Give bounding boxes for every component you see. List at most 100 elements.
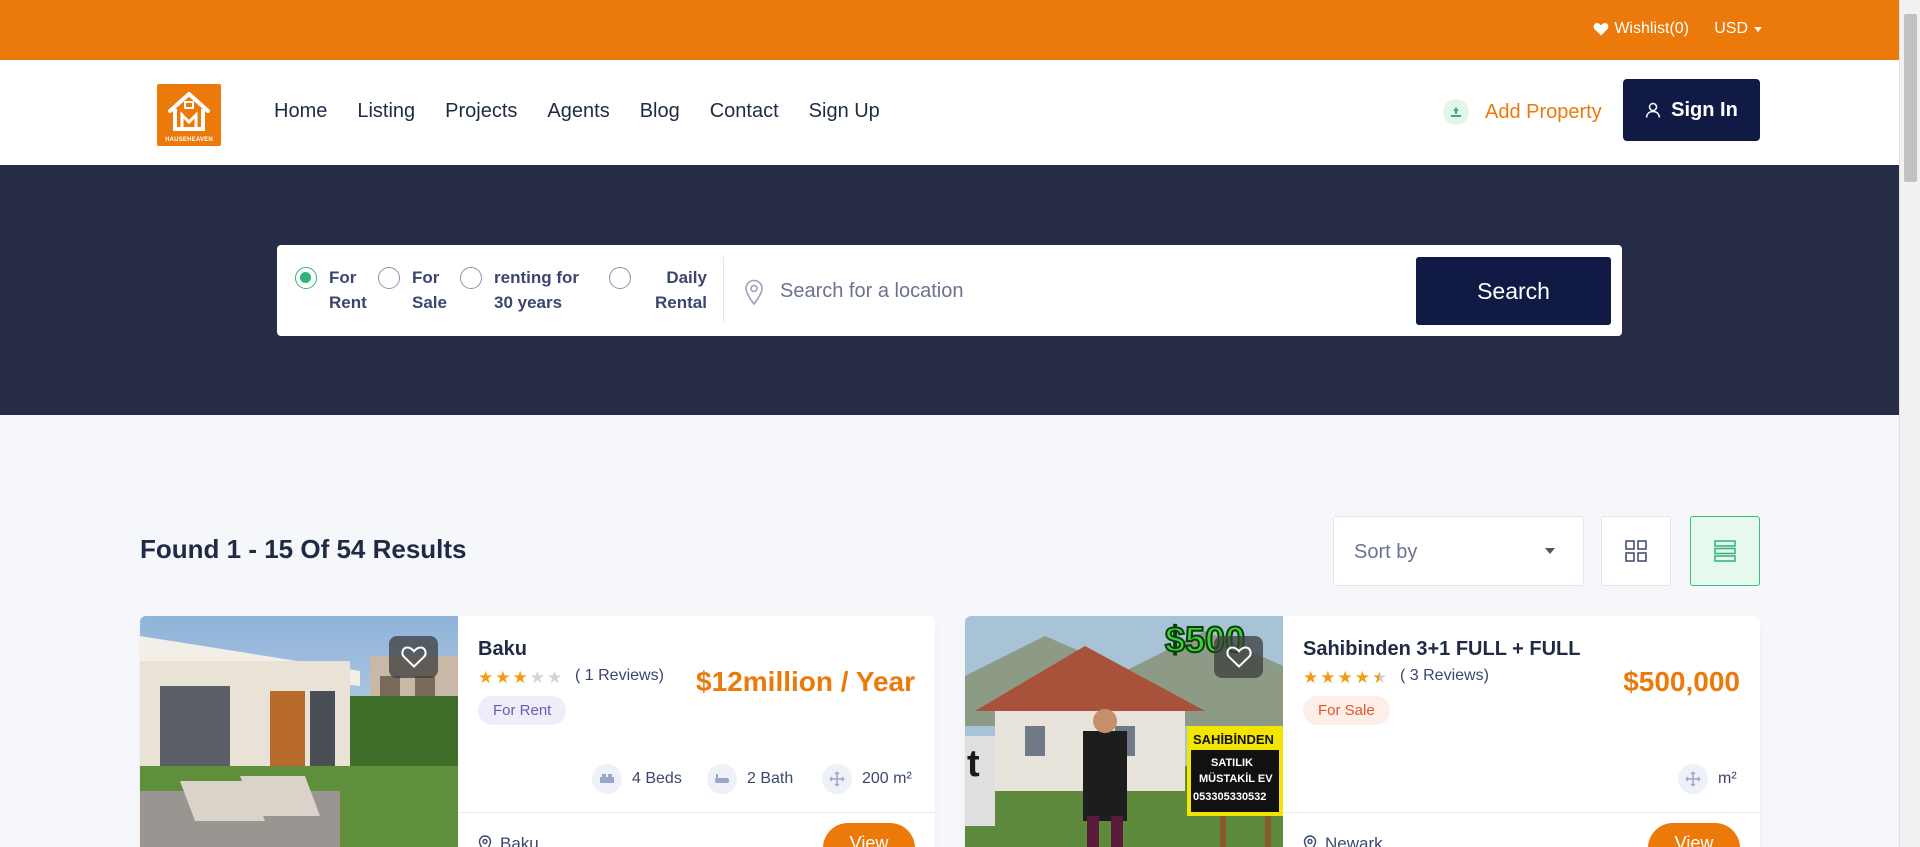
nav-sign-up[interactable]: Sign Up [809, 100, 880, 123]
grid-icon [1625, 540, 1647, 562]
area-label: m² [1718, 770, 1737, 787]
list-view-button[interactable] [1690, 516, 1760, 586]
radio-icon [378, 267, 400, 289]
radio-label-line1: For [412, 268, 440, 287]
sign-in-button[interactable]: Sign In [1623, 79, 1760, 141]
location-pin-icon [745, 279, 763, 305]
nav-contact[interactable]: Contact [710, 100, 779, 123]
area-icon [822, 764, 852, 794]
search-button[interactable]: Search [1416, 257, 1611, 325]
nav-agents[interactable]: Agents [547, 100, 609, 123]
add-property-label: Add Property [1485, 100, 1602, 123]
nav-projects[interactable]: Projects [445, 100, 517, 123]
wishlist-link[interactable]: Wishlist(0) [1593, 20, 1689, 38]
main-nav: Home Listing Projects Agents Blog Contac… [274, 100, 880, 123]
location-search-input[interactable] [780, 269, 1380, 313]
sign-text: MÜSTAKİL EV [1199, 772, 1273, 785]
star-icon: ★ [512, 668, 528, 687]
radio-icon [609, 267, 631, 289]
listing-title[interactable]: Baku [478, 638, 527, 661]
bath-feature: 2 Bath [707, 764, 793, 794]
rating-stars: ★ ★ ★ ★ ★ [1303, 668, 1387, 688]
logo[interactable]: HAUSEHEAVEN [157, 84, 221, 146]
listing-location: Newark [1303, 834, 1383, 847]
listing-card[interactable]: t SAHİBİNDEN SATILIK MÜSTAKİL EV 0533053… [965, 616, 1760, 847]
star-icon: ★ [1320, 668, 1336, 687]
divider [723, 257, 724, 323]
chevron-down-icon [1754, 26, 1762, 32]
grid-view-button[interactable] [1601, 516, 1671, 586]
add-property-link[interactable]: Add Property [1443, 99, 1602, 125]
logo-text: HAUSEHEAVEN [165, 137, 213, 143]
sign-in-label: Sign In [1671, 98, 1738, 121]
listing-price: $12million / Year [696, 666, 915, 697]
radio-checked-icon [295, 267, 317, 289]
sign-text: SATILIK [1211, 757, 1253, 769]
page-scrollbar[interactable] [1899, 0, 1920, 847]
radio-label-line2: Sale [412, 293, 447, 312]
search-box: For Rent For Sale renting for 30 years Dail… [277, 245, 1622, 336]
currency-label: USD [1714, 20, 1748, 37]
star-icon: ★ [495, 668, 511, 687]
bathtub-icon [707, 764, 737, 794]
sign-text: 05330533053​2 [1193, 791, 1266, 803]
nav-blog[interactable]: Blog [640, 100, 680, 123]
list-icon [1714, 540, 1736, 562]
rating-stars: ★ ★ ★ ★ ★ [478, 668, 562, 688]
radio-icon [460, 267, 482, 289]
beds-feature: 4 Beds [592, 764, 682, 794]
radio-label-line1: For [329, 268, 357, 287]
location-label: Baku [500, 834, 539, 847]
heart-icon [1225, 646, 1252, 668]
listing-price: $500,000 [1623, 666, 1740, 697]
area-feature: 200 m² [822, 764, 912, 794]
location-pin-icon [478, 835, 492, 847]
review-count: ( 3 Reviews) [1400, 667, 1489, 684]
sort-by-dropdown[interactable]: Sort by [1333, 516, 1584, 586]
results-count: Found 1 - 15 Of 54 Results [140, 534, 467, 564]
status-badge: For Rent [478, 696, 567, 725]
listing-title[interactable]: Sahibinden 3+1 FULL + FULL [1303, 638, 1580, 661]
star-icon: ★ [547, 668, 563, 687]
user-icon [1645, 102, 1661, 118]
main-header: HAUSEHEAVEN Home Listing Projects Agents… [0, 60, 1899, 165]
sign-text: SAHİBİNDEN [1193, 732, 1274, 747]
radio-label-line2: 30 years [494, 293, 563, 312]
location-label: Newark [1325, 834, 1383, 847]
view-button[interactable]: View [1648, 823, 1740, 847]
star-icon: ★ [529, 668, 545, 687]
beds-label: 4 Beds [632, 770, 682, 787]
area-label: 200 m² [862, 770, 912, 787]
favorite-button[interactable] [389, 636, 438, 678]
listing-card[interactable]: Baku ★ ★ ★ ★ ★ ( 1 Reviews) For Rent $12mill… [140, 616, 935, 847]
status-badge: For Sale [1303, 696, 1390, 725]
radio-for-sale[interactable]: For Sale [378, 265, 447, 315]
star-icon: ★ [1337, 668, 1353, 687]
area-icon [1678, 764, 1708, 794]
radio-daily-rental[interactable]: Daily Rental [609, 265, 707, 315]
review-count: ( 1 Reviews) [575, 667, 664, 684]
nav-listing[interactable]: Listing [357, 100, 415, 123]
radio-label-line2: Rental [655, 293, 707, 312]
nav-home[interactable]: Home [274, 100, 327, 123]
wishlist-label: Wishlist(0) [1614, 20, 1689, 37]
radio-renting-30-years[interactable]: renting for 30 years [460, 265, 579, 315]
half-star-icon: ★ [1372, 668, 1388, 687]
radio-for-rent[interactable]: For Rent [295, 265, 367, 315]
area-feature: m² [1678, 764, 1737, 794]
heart-icon [400, 646, 427, 668]
view-button[interactable]: View [823, 823, 915, 847]
favorite-button[interactable] [1214, 636, 1263, 678]
scrollbar-thumb[interactable] [1904, 14, 1917, 182]
sort-by-label: Sort by [1354, 541, 1418, 563]
chevron-down-icon [1545, 548, 1555, 554]
listing-location: Baku [478, 834, 539, 847]
star-icon: ★ [1354, 668, 1370, 687]
card-divider [458, 812, 935, 813]
house-logo-icon [168, 92, 210, 131]
radio-label-line2: Rent [329, 293, 367, 312]
star-icon: ★ [478, 668, 494, 687]
bed-icon [592, 764, 622, 794]
add-property-icon [1443, 99, 1469, 125]
currency-dropdown[interactable]: USD [1714, 20, 1762, 38]
